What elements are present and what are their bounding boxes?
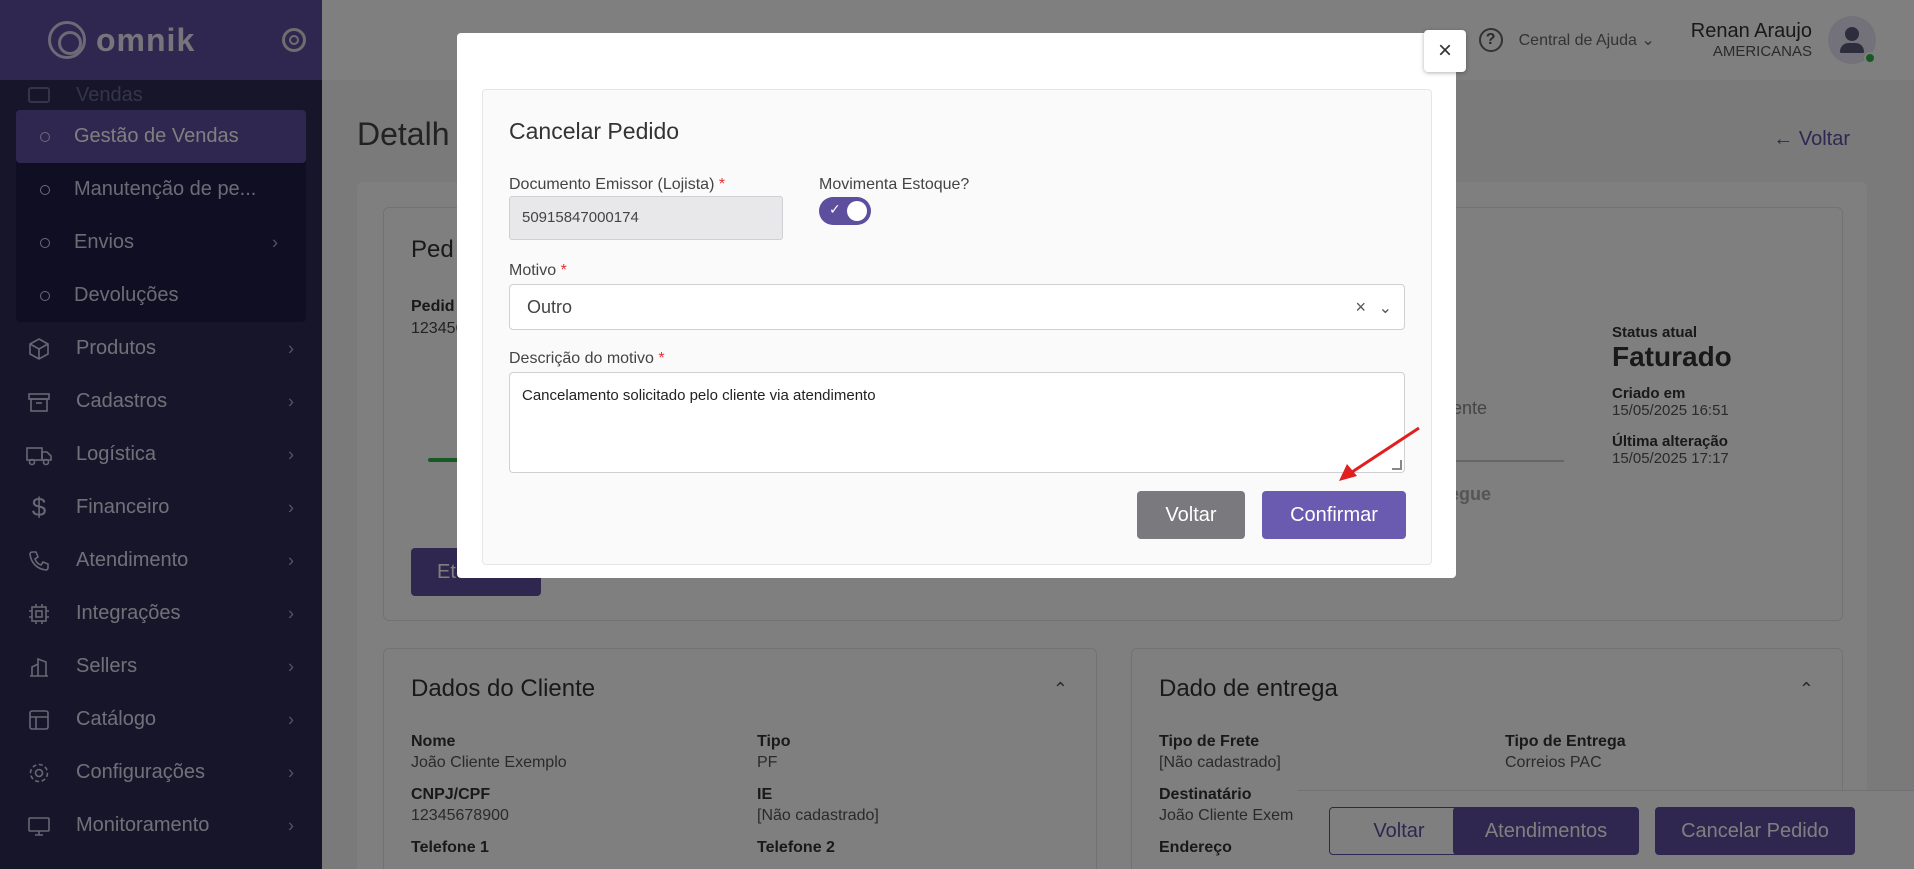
check-icon: ✓ (829, 201, 841, 217)
motivo-select[interactable]: Outro × ⌄ (509, 284, 1405, 330)
annotation-arrow-icon (1339, 426, 1420, 481)
chevron-down-icon[interactable]: ⌄ (1379, 298, 1392, 318)
desc-label-text: Descrição do motivo (509, 350, 654, 367)
doc-field-label: Documento Emissor (Lojista) * (509, 176, 725, 194)
description-text: Cancelamento solicitado pelo cliente via… (522, 387, 876, 404)
close-icon: × (1437, 37, 1452, 64)
stock-toggle[interactable]: ✓ (819, 197, 871, 225)
close-modal-button[interactable]: × (1424, 30, 1466, 72)
cancel-order-form: Cancelar Pedido Documento Emissor (Lojis… (482, 89, 1432, 565)
modal-back-button[interactable]: Voltar (1137, 491, 1245, 539)
clear-icon[interactable]: × (1355, 297, 1366, 318)
confirm-button[interactable]: Confirmar (1262, 491, 1406, 539)
modal-title: Cancelar Pedido (509, 118, 680, 144)
doc-emitter-input[interactable]: 50915847000174 (509, 196, 783, 240)
desc-field-label: Descrição do motivo * (509, 350, 665, 368)
motivo-label-text: Motivo (509, 262, 557, 279)
required-mark: * (658, 350, 665, 367)
motivo-description-textarea[interactable]: Cancelamento solicitado pelo cliente via… (509, 372, 1405, 473)
doc-label-text: Documento Emissor (Lojista) (509, 176, 715, 193)
motivo-selected-value: Outro (527, 297, 573, 317)
toggle-knob (847, 201, 867, 221)
stock-toggle-label: Movimenta Estoque? (819, 176, 970, 193)
motivo-field-label: Motivo * (509, 262, 567, 280)
required-mark: * (718, 176, 726, 193)
required-mark: * (560, 262, 567, 279)
